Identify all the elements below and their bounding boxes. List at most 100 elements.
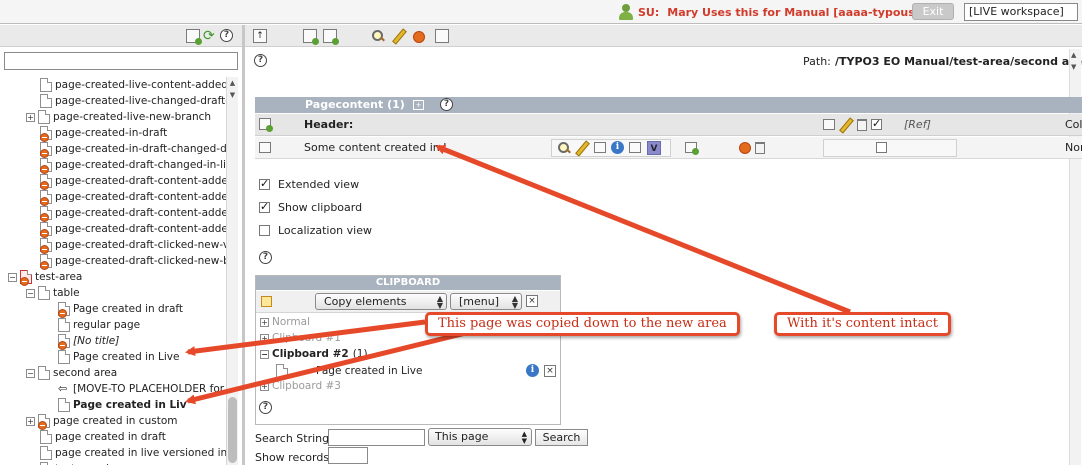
copy-icon[interactable] bbox=[823, 119, 835, 130]
collapse-icon[interactable]: − bbox=[26, 288, 35, 298]
tree-item-label[interactable]: page-created-in-draft-changed-d bbox=[55, 143, 226, 155]
expand-icon[interactable]: + bbox=[260, 333, 269, 343]
scroll-down-icon[interactable]: ▼ bbox=[1071, 63, 1076, 71]
page-deleted-icon[interactable] bbox=[40, 126, 52, 142]
expand-icon[interactable]: + bbox=[413, 100, 424, 110]
page-icon[interactable] bbox=[38, 366, 50, 380]
tree-item-label[interactable]: page-created-live-content-added- bbox=[55, 79, 226, 91]
show-records-input[interactable] bbox=[328, 447, 368, 464]
page-deleted-icon[interactable] bbox=[40, 254, 52, 270]
tree-item[interactable]: page created in live versioned in bbox=[40, 445, 226, 461]
collapse-icon[interactable]: − bbox=[8, 272, 17, 282]
tree-item-label[interactable]: regular page bbox=[73, 319, 140, 331]
tree-scroll-thumb[interactable] bbox=[228, 397, 237, 463]
page-deleted-icon[interactable] bbox=[58, 334, 70, 350]
tree-item[interactable]: Page created in Live bbox=[58, 349, 179, 365]
tree-item[interactable]: − table bbox=[26, 285, 80, 301]
tree-item[interactable]: ⇦ [MOVE-TO PLACEHOLDER for bbox=[58, 381, 224, 397]
view-icon[interactable] bbox=[557, 141, 571, 155]
help-icon[interactable]: ? bbox=[440, 98, 453, 111]
page-deleted-icon[interactable] bbox=[58, 302, 70, 318]
tree-item-label[interactable]: page-created-draft-changed-in-live bbox=[55, 159, 226, 171]
tree-item[interactable]: + page created in custom bbox=[26, 413, 177, 430]
remove-clipboard-item-button[interactable]: × bbox=[544, 365, 556, 377]
tree-filter-input[interactable] bbox=[4, 52, 238, 70]
up-level-icon[interactable]: ↑ bbox=[253, 29, 267, 43]
tree-item-label[interactable]: page-created-in-draft bbox=[55, 127, 167, 139]
tree-item-label[interactable]: page created in draft bbox=[55, 431, 166, 443]
tree-item-label[interactable]: [MOVE-TO PLACEHOLDER for bbox=[73, 383, 224, 395]
new-record-icon[interactable] bbox=[303, 29, 319, 45]
page-deleted-icon[interactable] bbox=[38, 414, 50, 430]
expand-icon[interactable]: + bbox=[26, 112, 35, 122]
tree-item-label[interactable]: page-created-draft-content-added bbox=[55, 175, 226, 187]
page-icon[interactable] bbox=[58, 350, 70, 364]
page-icon[interactable] bbox=[58, 318, 70, 332]
option-extended-view[interactable]: Extended view bbox=[259, 176, 359, 192]
scroll-up-icon[interactable]: ▲ bbox=[1071, 51, 1076, 59]
tree-item[interactable]: + page-created-live-new-branch bbox=[26, 109, 211, 125]
tree-item[interactable]: page-created-draft-content-added bbox=[40, 173, 226, 190]
info-icon[interactable]: i bbox=[526, 364, 539, 377]
workspace-select[interactable]: [LIVE workspace] bbox=[964, 3, 1078, 21]
tree-item-label[interactable]: Page created in draft bbox=[73, 303, 183, 315]
tree-item-label[interactable]: page-created-live-new-branch bbox=[53, 111, 211, 123]
option-show-clipboard[interactable]: Show clipboard bbox=[259, 199, 362, 215]
tree-item-label[interactable]: second area bbox=[53, 367, 117, 379]
help-icon[interactable]: ? bbox=[259, 251, 272, 264]
search-input[interactable] bbox=[328, 429, 425, 446]
tree-item[interactable]: Page created in draft bbox=[58, 301, 183, 318]
info-icon[interactable]: i bbox=[611, 141, 624, 154]
page-icon[interactable] bbox=[38, 286, 50, 300]
tree-item[interactable]: page-created-draft-changed-in-live bbox=[40, 157, 226, 174]
help-icon[interactable]: ? bbox=[254, 54, 267, 67]
tree-item-label[interactable]: page-created-draft-clicked-new-v bbox=[55, 239, 226, 251]
expand-icon[interactable]: + bbox=[260, 317, 269, 327]
page-icon[interactable] bbox=[40, 94, 52, 108]
paste-icon[interactable] bbox=[323, 29, 339, 45]
record-select-checkbox[interactable] bbox=[876, 142, 887, 153]
tree-item[interactable]: page-created-draft-clicked-new-v bbox=[40, 237, 226, 254]
tree-item[interactable]: Page created in Liv bbox=[58, 397, 187, 413]
page-deleted-icon[interactable] bbox=[40, 206, 52, 222]
page-icon[interactable] bbox=[40, 430, 52, 444]
expand-icon[interactable]: + bbox=[26, 416, 35, 426]
tree-item[interactable]: page-created-draft-content-added bbox=[40, 189, 226, 206]
trash-icon[interactable] bbox=[755, 142, 765, 154]
page-deleted-icon[interactable] bbox=[40, 238, 52, 254]
scroll-down-icon[interactable]: ▼ bbox=[228, 91, 237, 100]
clipboard-clear-button[interactable]: × bbox=[526, 295, 538, 307]
scroll-up-icon[interactable]: ▲ bbox=[228, 79, 237, 88]
content-element-icon[interactable] bbox=[259, 142, 271, 153]
clipboard-item[interactable]: + Clipboard #3 bbox=[260, 380, 341, 392]
refresh-icon[interactable]: ⟳ bbox=[203, 29, 217, 43]
tree-item[interactable]: test-area-images bbox=[40, 461, 144, 465]
tree-item-label[interactable]: [No title] bbox=[73, 335, 119, 347]
tree-item-label[interactable]: page-created-live-changed-draft- bbox=[55, 95, 226, 107]
page-deleted-icon[interactable] bbox=[40, 222, 52, 238]
page-icon[interactable] bbox=[40, 78, 52, 92]
move-placeholder-icon[interactable]: ⇦ bbox=[58, 383, 70, 395]
tree-item[interactable]: page-created-live-content-added- bbox=[40, 77, 226, 93]
clipboard-item[interactable]: Page created in Live bbox=[276, 364, 422, 378]
clipboard-mode-select[interactable]: Copy elements ▲ ▼ bbox=[315, 293, 447, 310]
page-icon[interactable] bbox=[20, 270, 32, 286]
tree-item[interactable]: [No title] bbox=[58, 333, 119, 350]
tree-item-label[interactable]: page-created-draft-content-added bbox=[55, 207, 226, 219]
version-button[interactable]: V bbox=[647, 141, 661, 155]
tree-item[interactable]: page-created-in-draft bbox=[40, 125, 167, 142]
page-icon[interactable] bbox=[40, 446, 52, 460]
move-icon[interactable] bbox=[435, 29, 449, 43]
tree-item[interactable]: page-created-draft-clicked-new-b bbox=[40, 253, 226, 270]
clipboard-item[interactable]: + Normal bbox=[260, 316, 310, 328]
view-icon[interactable] bbox=[371, 29, 385, 43]
history-icon[interactable] bbox=[594, 142, 606, 153]
search-button[interactable]: Search bbox=[535, 429, 588, 446]
tree-item-label[interactable]: table bbox=[53, 287, 80, 299]
delete-page-icon[interactable] bbox=[413, 31, 425, 43]
tree-item-label[interactable]: page-created-draft-clicked-new-b bbox=[55, 255, 226, 267]
extended-view-checkbox[interactable] bbox=[259, 177, 270, 190]
trash-icon[interactable] bbox=[857, 119, 867, 131]
page-deleted-icon[interactable] bbox=[40, 190, 52, 206]
tree-item[interactable]: page-created-draft-content-added bbox=[40, 205, 226, 222]
